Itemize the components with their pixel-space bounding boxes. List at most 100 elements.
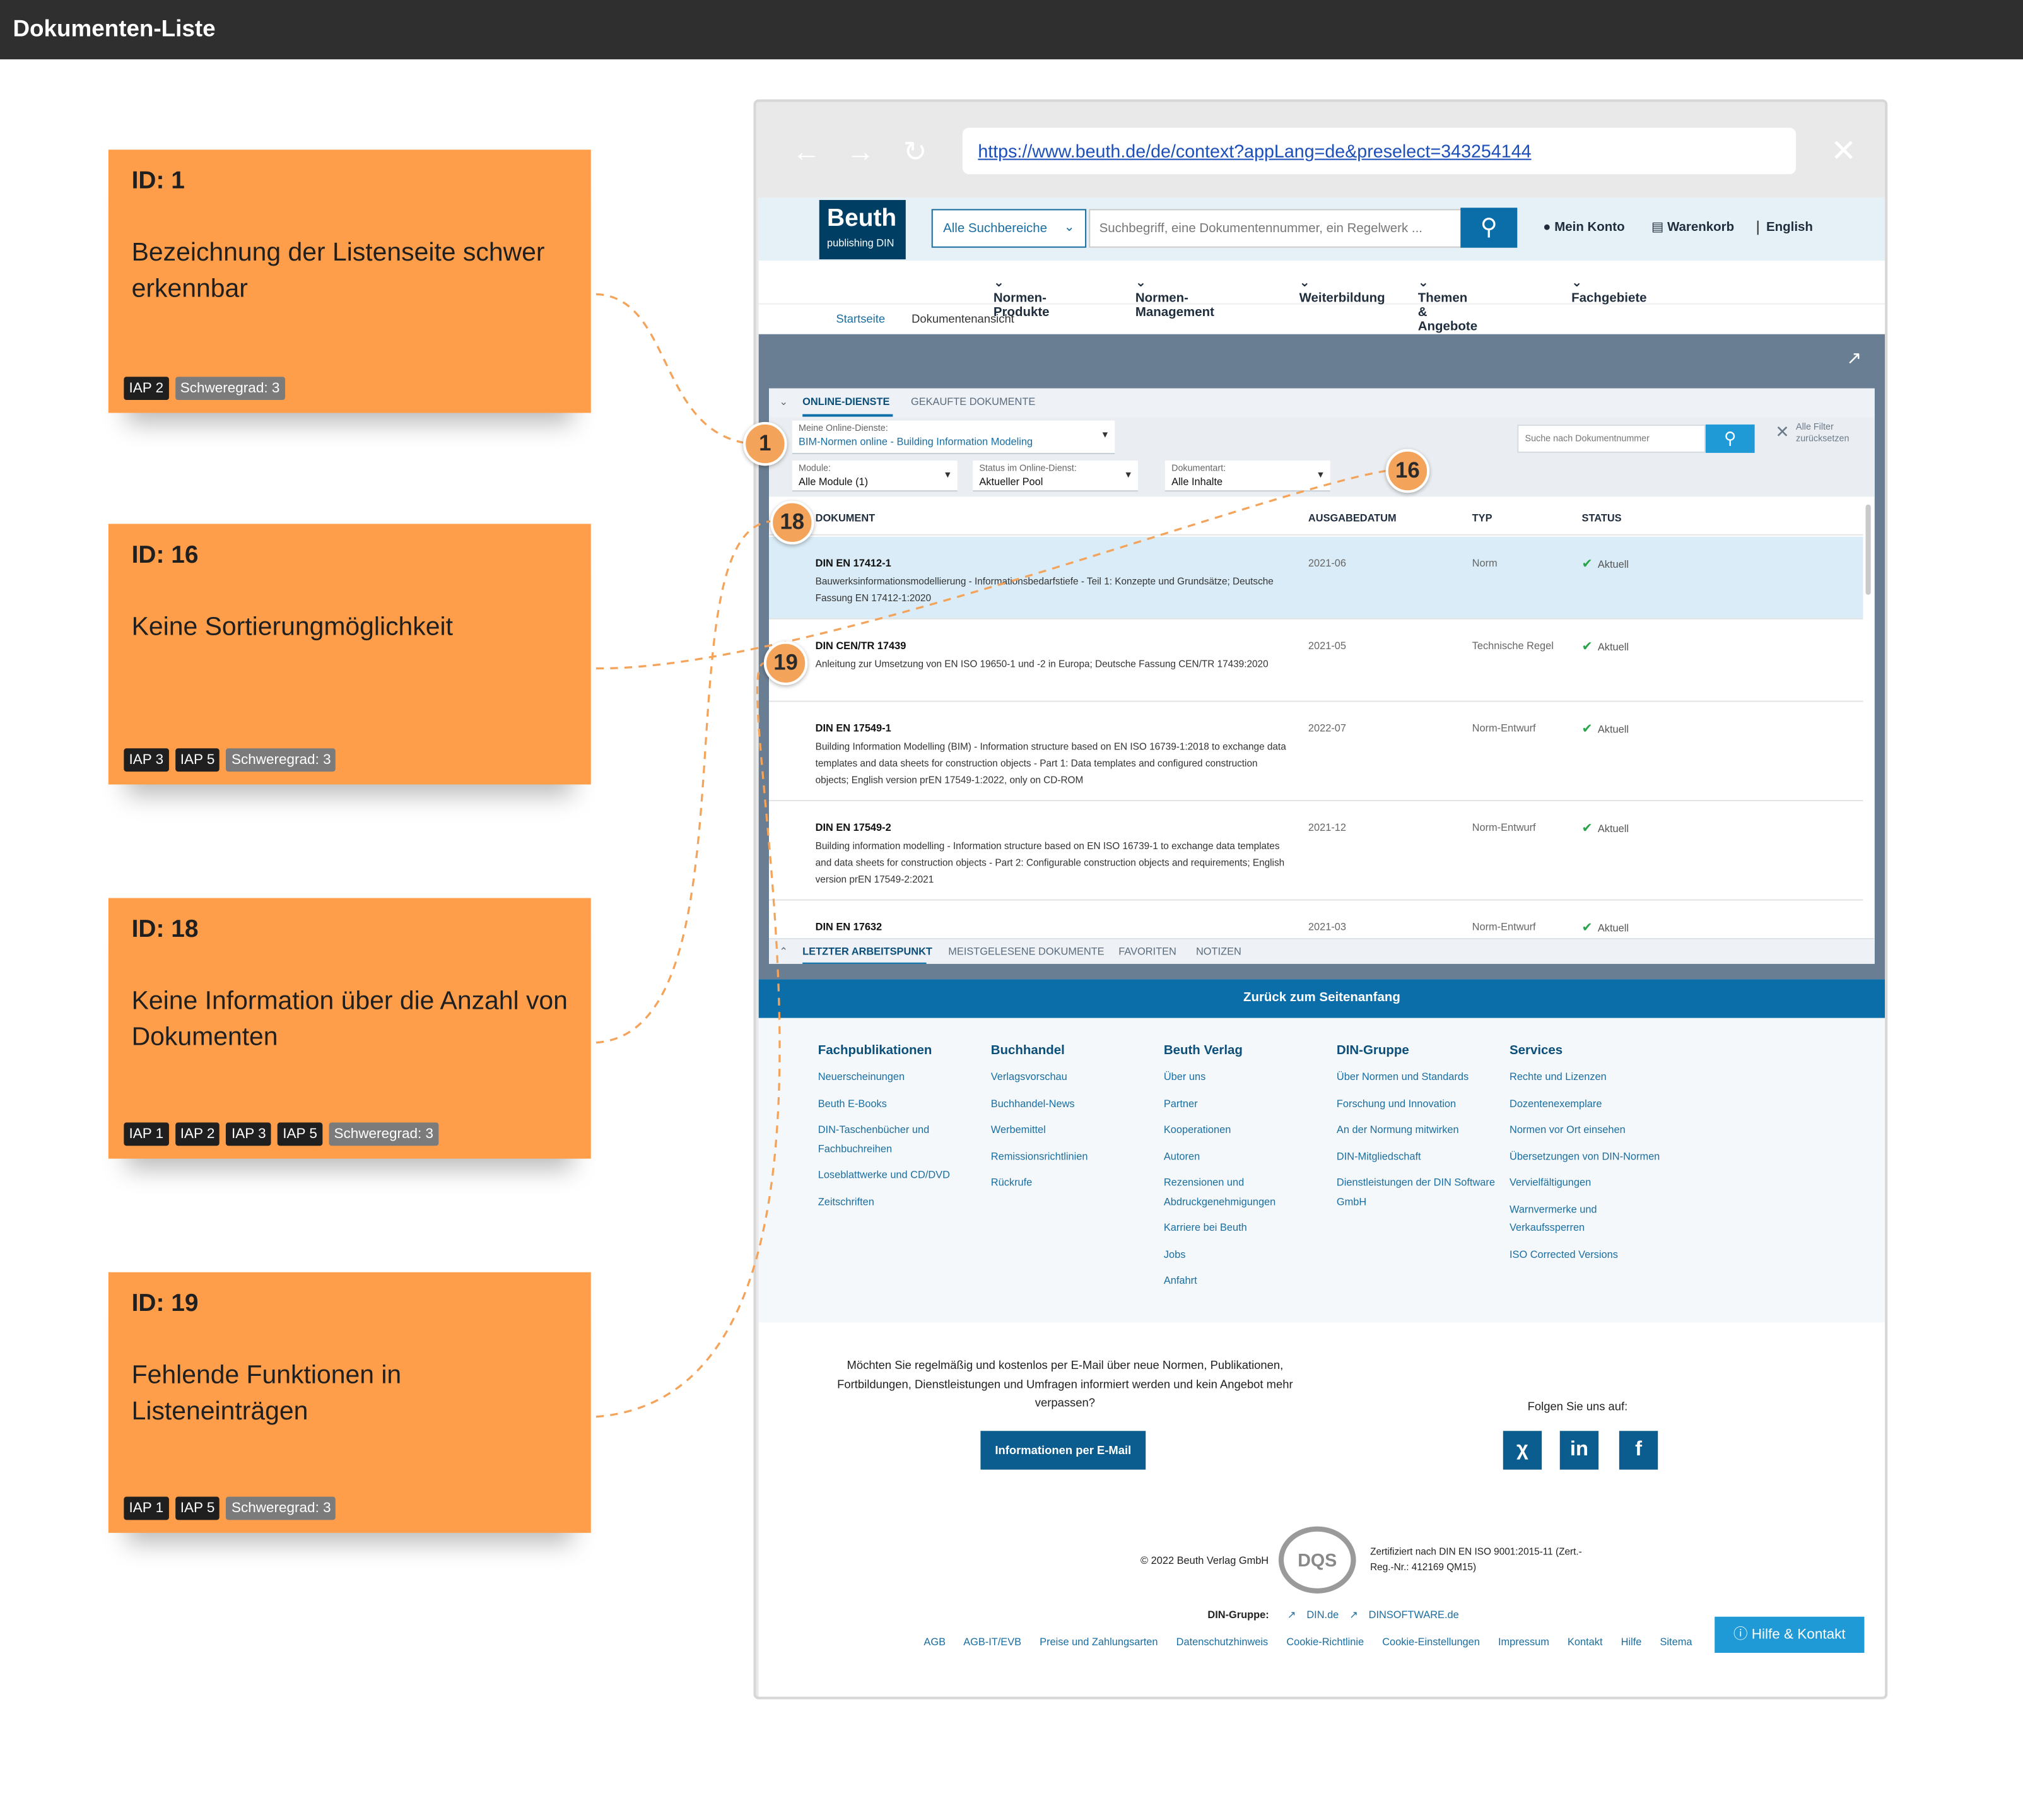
document-number[interactable]: DIN EN 17412-1 xyxy=(816,558,891,569)
footer-link[interactable]: Übersetzungen von DIN-Normen xyxy=(1510,1148,1671,1166)
footer-link[interactable]: Karriere bei Beuth xyxy=(1164,1219,1325,1238)
footer-link[interactable]: DIN-Taschenbücher und Fachbuchreihen xyxy=(818,1121,980,1158)
footer-link[interactable]: Buchhandel-News xyxy=(991,1095,1152,1113)
arrow-left-icon[interactable]: ← xyxy=(792,136,821,169)
table-row[interactable]: DIN EN 17549-1 Building Information Mode… xyxy=(768,702,1863,802)
footer-link[interactable]: Verlagsvorschau xyxy=(991,1069,1152,1088)
breadcrumb-home[interactable]: Startseite xyxy=(836,312,885,325)
web-page: Beuth publishing DIN Alle Suchbereiche ⌄… xyxy=(758,197,1885,1697)
footer-link[interactable]: Dozentenexemplare xyxy=(1510,1095,1671,1113)
footer-link[interactable]: ISO Corrected Versions xyxy=(1510,1246,1671,1265)
document-number[interactable]: DIN EN 17549-2 xyxy=(816,822,891,833)
chevron-down-icon[interactable]: ⌄ xyxy=(779,396,788,408)
footer-link[interactable]: Normen vor Ort einsehen xyxy=(1510,1121,1671,1140)
nav-weiterbildung[interactable]: Weiterbildung ⌄ xyxy=(1299,276,1385,306)
url-bar[interactable]: https://www.beuth.de/de/context?appLang=… xyxy=(962,127,1797,175)
footer-link[interactable]: Anfahrt xyxy=(1164,1272,1325,1291)
footer-link[interactable]: Dienstleistungen der DIN Software GmbH xyxy=(1337,1174,1498,1211)
legal-link[interactable]: Impressum xyxy=(1498,1636,1549,1647)
legal-link[interactable]: AGB-IT/EVB xyxy=(963,1636,1021,1647)
cart-link[interactable]: ▤ Warenkorb xyxy=(1651,221,1734,235)
table-row[interactable]: DIN CEN/TR 17439 Anleitung zur Umsetzung… xyxy=(768,619,1863,702)
document-number[interactable]: DIN EN 17632 xyxy=(816,921,882,932)
back-to-top-button[interactable]: Zurück zum Seitenanfang xyxy=(758,979,1885,1018)
footer-link[interactable]: Rückrufe xyxy=(991,1174,1152,1193)
footer-link[interactable]: Werbemittel xyxy=(991,1121,1152,1140)
linkedin-icon[interactable]: in xyxy=(1559,1431,1599,1470)
facebook-icon[interactable]: f xyxy=(1619,1431,1658,1470)
footer-link[interactable]: Über uns xyxy=(1164,1069,1325,1088)
scrollbar[interactable] xyxy=(1865,504,1871,595)
legal-link[interactable]: Hilfe xyxy=(1621,1636,1642,1647)
dinsoftware-link[interactable]: ↗ DINSOFTWARE.de xyxy=(1349,1609,1459,1620)
search-scope-select[interactable]: Alle Suchbereiche ⌄ xyxy=(931,209,1087,248)
nav-normen-management[interactable]: Normen-Management ⌄ xyxy=(1135,276,1214,320)
tab-letzter-arbeitspunkt[interactable]: LETZTER ARBEITSPUNKT xyxy=(802,946,932,957)
footer-link[interactable]: Jobs xyxy=(1164,1246,1325,1265)
newsletter-text: Möchten Sie regelmäßig und kostenlos per… xyxy=(837,1358,1293,1409)
help-contact-button[interactable]: ⓘ Hilfe & Kontakt xyxy=(1715,1616,1865,1653)
legal-link[interactable]: Cookie-Richtlinie xyxy=(1286,1636,1364,1647)
note-tags: IAP 3 IAP 5 Schweregrad: 3 xyxy=(124,748,336,772)
nav-label: Fachgebiete xyxy=(1571,291,1647,306)
chevron-up-icon[interactable]: ⌃ xyxy=(779,946,788,957)
document-status: ✔ Aktuell xyxy=(1582,640,1629,654)
arrow-right-icon[interactable]: → xyxy=(847,136,875,169)
footer-link[interactable]: Über Normen und Standards xyxy=(1337,1069,1498,1088)
status-select[interactable]: Status im Online-Dienst: Aktueller Pool … xyxy=(973,461,1138,492)
legal-link[interactable]: Datenschutzhinweis xyxy=(1176,1636,1269,1647)
document-type-select[interactable]: Dokumentart: Alle Inhalte ▼ xyxy=(1164,461,1330,492)
module-select[interactable]: Module: Alle Module (1) ▼ xyxy=(792,461,958,492)
footer-link[interactable]: Forschung und Innovation xyxy=(1337,1095,1498,1113)
tab-notizen[interactable]: NOTIZEN xyxy=(1196,946,1241,957)
search-input[interactable]: Suchbegriff, eine Dokumentennummer, ein … xyxy=(1089,209,1463,248)
document-title: Anleitung zur Umsetzung von EN ISO 19650… xyxy=(815,658,1269,670)
document-search-button[interactable]: ⚲ xyxy=(1705,424,1755,453)
tab-meistgelesene-dokumente[interactable]: MEISTGELESENE DOKUMENTE xyxy=(948,946,1104,957)
tab-online-dienste[interactable]: ONLINE-DIENSTE xyxy=(802,396,889,408)
newsletter-button[interactable]: Informationen per E-Mail xyxy=(980,1431,1146,1470)
document-date: 2021-03 xyxy=(1308,921,1346,933)
online-service-select[interactable]: Meine Online-Dienste: BIM-Normen online … xyxy=(792,420,1115,454)
footer-link[interactable]: Remissionsrichtlinien xyxy=(991,1148,1152,1166)
reload-icon[interactable]: ↻ xyxy=(903,136,927,169)
document-number[interactable]: DIN CEN/TR 17439 xyxy=(816,640,906,651)
account-link[interactable]: ● Mein Konto xyxy=(1543,221,1624,235)
footer-link[interactable]: Vervielfältigungen xyxy=(1510,1174,1671,1193)
nav-themen-angebote[interactable]: Themen & Angebote ⌄ xyxy=(1418,276,1477,334)
footer-link[interactable]: Zeitschriften xyxy=(818,1193,980,1212)
tab-favoriten[interactable]: FAVORITEN xyxy=(1118,946,1176,957)
nav-fachgebiete[interactable]: Fachgebiete ⌄ xyxy=(1571,276,1646,306)
xing-icon[interactable]: χ xyxy=(1503,1431,1542,1470)
language-link[interactable]: English xyxy=(1757,220,1813,235)
nav-normen-produkte[interactable]: Normen-Produkte ⌄ xyxy=(994,276,1050,320)
footer-link[interactable]: Loseblattwerke und CD/DVD xyxy=(818,1166,980,1185)
close-icon[interactable]: ✕ xyxy=(1831,133,1856,170)
din-link[interactable]: ↗ DIN.de xyxy=(1287,1609,1339,1620)
document-number-search[interactable]: Suche nach Dokumentnummer xyxy=(1517,424,1706,453)
footer-link[interactable]: DIN-Mitgliedschaft xyxy=(1337,1148,1498,1166)
search-button[interactable]: ⚲ xyxy=(1460,208,1518,248)
footer-link[interactable]: Kooperationen xyxy=(1164,1121,1325,1140)
legal-link[interactable]: Sitema xyxy=(1660,1636,1692,1647)
footer-link[interactable]: Partner xyxy=(1164,1095,1325,1113)
footer-link[interactable]: Rechte und Lizenzen xyxy=(1510,1069,1671,1088)
table-row[interactable]: DIN EN 17412-1 Bauwerksinformationsmodel… xyxy=(768,536,1863,619)
footer-link[interactable]: Autoren xyxy=(1164,1148,1325,1166)
document-number[interactable]: DIN EN 17549-1 xyxy=(816,722,891,734)
tab-gekaufte-dokumente[interactable]: GEKAUFTE DOKUMENTE xyxy=(911,396,1035,408)
table-row[interactable]: DIN EN 17549-2 Building information mode… xyxy=(768,801,1863,901)
document-date: 2021-12 xyxy=(1308,821,1346,834)
footer-link[interactable]: Beuth E-Books xyxy=(818,1095,980,1113)
legal-link[interactable]: AGB xyxy=(924,1636,946,1647)
footer-link[interactable]: Neuerscheinungen xyxy=(818,1069,980,1088)
legal-link[interactable]: Kontakt xyxy=(1568,1636,1603,1647)
footer-link[interactable]: An der Normung mitwirken xyxy=(1337,1121,1498,1140)
expand-icon[interactable]: ↗ xyxy=(1846,347,1862,369)
footer-link[interactable]: Warnvermerke und Verkaufssperren xyxy=(1510,1201,1671,1238)
legal-link[interactable]: Preise und Zahlungsarten xyxy=(1040,1636,1158,1647)
legal-link[interactable]: Cookie-Einstellungen xyxy=(1382,1636,1480,1647)
legal-links: AGB AGB-IT/EVB Preise und Zahlungsarten … xyxy=(924,1636,1708,1647)
beuth-logo[interactable]: Beuth publishing DIN xyxy=(819,200,906,260)
footer-link[interactable]: Rezensionen und Abdruckgenehmigungen xyxy=(1164,1174,1325,1211)
